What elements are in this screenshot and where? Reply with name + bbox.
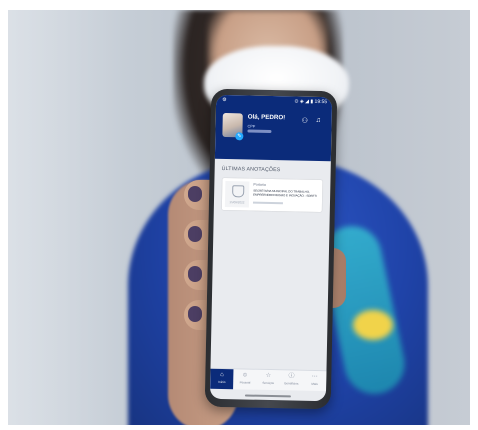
home-indicator[interactable] bbox=[244, 394, 291, 398]
photo-background: ⚙ ⊙ ◈ ◢ ▮ 19:55 ✎ Olá, PEDRO! CPF ⚇ ♫ ÚL… bbox=[8, 10, 470, 425]
wall-light bbox=[8, 10, 128, 425]
nail bbox=[188, 226, 202, 242]
shirt-accent bbox=[353, 310, 393, 340]
card-thumbnail: 15/09/2022 bbox=[224, 181, 250, 208]
shield-icon bbox=[232, 185, 245, 198]
section-title: ÚLTIMAS ANOTAÇÕES bbox=[221, 165, 281, 174]
nail bbox=[188, 306, 202, 322]
smartphone: ⚙ ⊙ ◈ ◢ ▮ 19:55 ✎ Olá, PEDRO! CPF ⚇ ♫ ÚL… bbox=[204, 88, 338, 410]
tab-label: Início bbox=[218, 379, 226, 385]
announcement-card[interactable]: 15/09/2022 Portaria SECRETARIA MUNICIPAL… bbox=[221, 177, 323, 213]
card-line-2: EMPREENDEDORISMO E INOVAÇÃO - SDEETI bbox=[253, 192, 317, 198]
nail bbox=[188, 266, 202, 282]
home-icon: ⌂ bbox=[220, 371, 224, 379]
app-header: ⚙ ⊙ ◈ ◢ ▮ 19:55 ✎ Olá, PEDRO! CPF ⚇ ♫ bbox=[214, 94, 333, 162]
user-icon[interactable]: ⚇ bbox=[302, 117, 308, 125]
nail bbox=[188, 186, 202, 202]
greeting: Olá, PEDRO! bbox=[247, 113, 286, 122]
cpf-label: CPF bbox=[247, 124, 256, 129]
gear-icon: ⚙ bbox=[222, 96, 227, 104]
card-tag: Portaria bbox=[253, 182, 266, 187]
tab-servicos[interactable]: ☆ Serviços bbox=[256, 370, 280, 390]
bell-icon[interactable]: ♫ bbox=[316, 117, 321, 124]
bottom-tab-bar: ⌂ Início ☺ Pessoal ☆ Serviços ⓘ Benefíci… bbox=[210, 367, 327, 392]
info-icon: ⓘ bbox=[288, 373, 295, 380]
cpf-value-redacted bbox=[247, 129, 272, 133]
card-subline bbox=[252, 201, 283, 205]
header-note bbox=[247, 135, 311, 136]
tab-label: Pessoal bbox=[239, 380, 251, 385]
tab-inicio[interactable]: ⌂ Início bbox=[210, 368, 234, 390]
tab-beneficios[interactable]: ⓘ Benefícios bbox=[280, 370, 304, 390]
card-date: 15/09/2022 bbox=[229, 200, 245, 205]
person-icon: ☺ bbox=[242, 372, 249, 379]
tab-label: Mais bbox=[311, 381, 318, 387]
phone-screen: ⚙ ⊙ ◈ ◢ ▮ 19:55 ✎ Olá, PEDRO! CPF ⚇ ♫ ÚL… bbox=[209, 94, 333, 402]
tab-label: Serviços bbox=[262, 380, 274, 386]
edit-icon[interactable]: ✎ bbox=[235, 132, 244, 141]
star-icon: ☆ bbox=[265, 372, 272, 380]
status-time: 19:55 bbox=[314, 98, 328, 106]
menu-icon: ⋯ bbox=[311, 373, 318, 381]
tab-mais[interactable]: ⋯ Mais bbox=[303, 371, 327, 391]
status-bar: ⚙ ⊙ ◈ ◢ ▮ 19:55 bbox=[216, 96, 332, 107]
signal-icons: ⊙ ◈ ◢ ▮ bbox=[294, 98, 314, 105]
tab-pessoal[interactable]: ☺ Pessoal bbox=[233, 369, 257, 389]
tab-label: Benefícios bbox=[284, 381, 299, 386]
